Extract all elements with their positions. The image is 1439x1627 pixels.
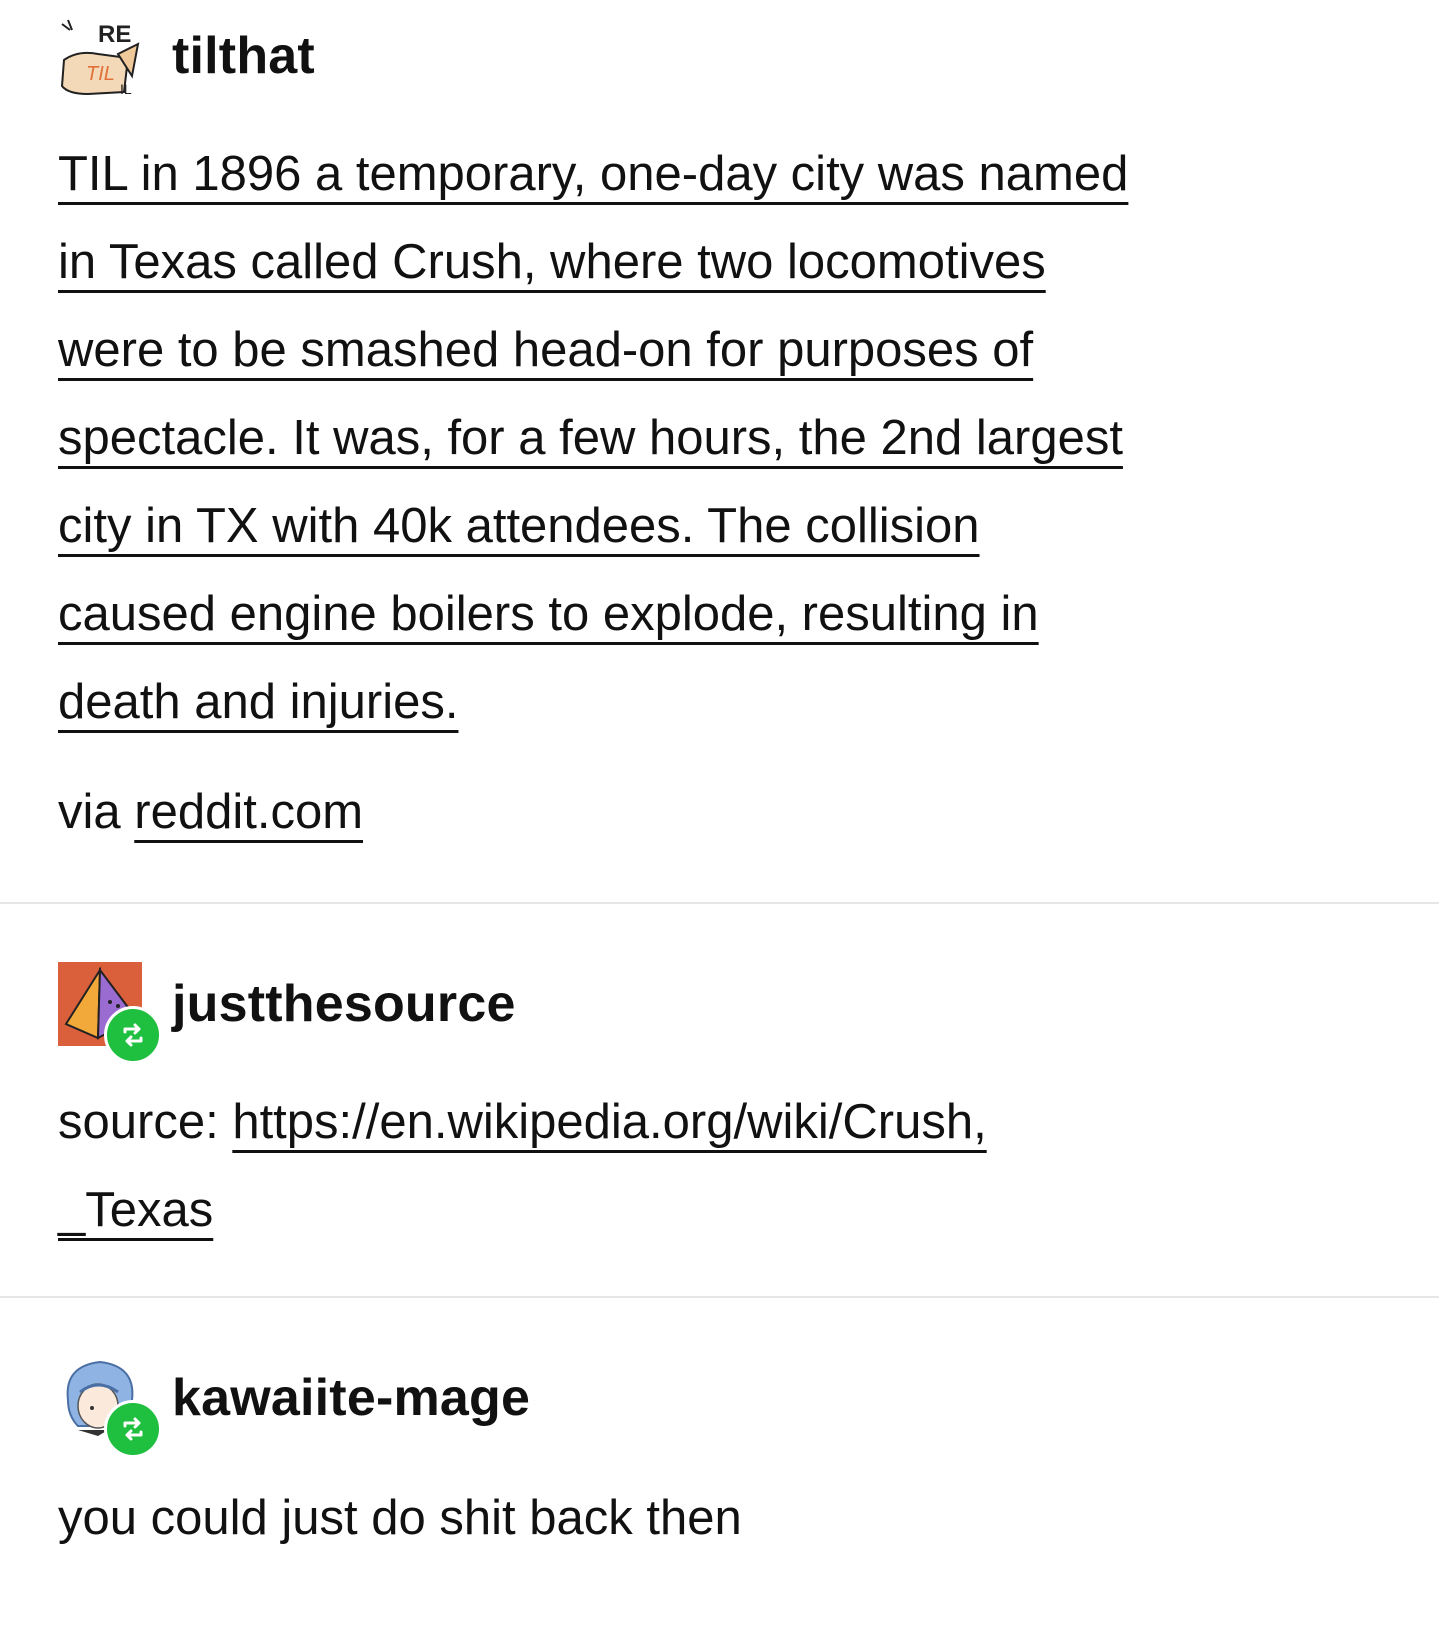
til-link-line-4[interactable]: spectacle. It was, for a few hours, the … [58,411,1123,465]
post-divider [0,1296,1439,1298]
til-link-line-5[interactable]: city in TX with 40k attendees. The colli… [58,499,980,553]
post-header-justthesource: justthesource [58,962,516,1064]
post-body-kawaiite-mage: you could just do shit back then [58,1474,742,1562]
reblog-icon [104,1006,162,1064]
svg-text:RE: RE [98,21,131,48]
username-tilthat[interactable]: tilthat [172,26,315,86]
post-header-tilthat: RE TIL IL tilthat [58,14,315,98]
svg-text:TIL: TIL [86,63,115,85]
reblog-icon [104,1400,162,1458]
anime-character-avatar-icon[interactable] [58,1356,162,1458]
til-link-line-1[interactable]: TIL in 1896 a temporary, one-day city wa… [58,147,1128,201]
post-divider [0,902,1439,904]
via-attribution: via reddit.com [58,768,363,856]
via-reddit-link[interactable]: reddit.com [134,785,363,839]
source-label: source: [58,1095,233,1149]
svg-text:IL: IL [120,81,132,97]
reply-text: you could just do shit back then [58,1491,742,1545]
pyramid-avatar-icon[interactable] [58,962,162,1064]
wikipedia-link-part-2[interactable]: _Texas [58,1183,213,1237]
til-logo-icon[interactable]: RE TIL IL [58,14,142,98]
post-header-kawaiite-mage: kawaiite-mage [58,1356,530,1458]
username-kawaiite-mage[interactable]: kawaiite-mage [172,1368,530,1428]
via-label: via [58,785,135,839]
til-link-line-3[interactable]: were to be smashed head-on for purposes … [58,323,1033,377]
wikipedia-link-part-1[interactable]: https://en.wikipedia.org/wiki/Crush, [232,1095,986,1149]
post-body-tilthat: TIL in 1896 a temporary, one-day city wa… [58,130,1128,746]
til-link-line-2[interactable]: in Texas called Crush, where two locomot… [58,235,1046,289]
post-body-justthesource: source: https://en.wikipedia.org/wiki/Cr… [58,1078,987,1254]
username-justthesource[interactable]: justthesource [172,974,516,1034]
til-link-line-7[interactable]: death and injuries. [58,675,458,729]
til-link-line-6[interactable]: caused engine boilers to explode, result… [58,587,1039,641]
